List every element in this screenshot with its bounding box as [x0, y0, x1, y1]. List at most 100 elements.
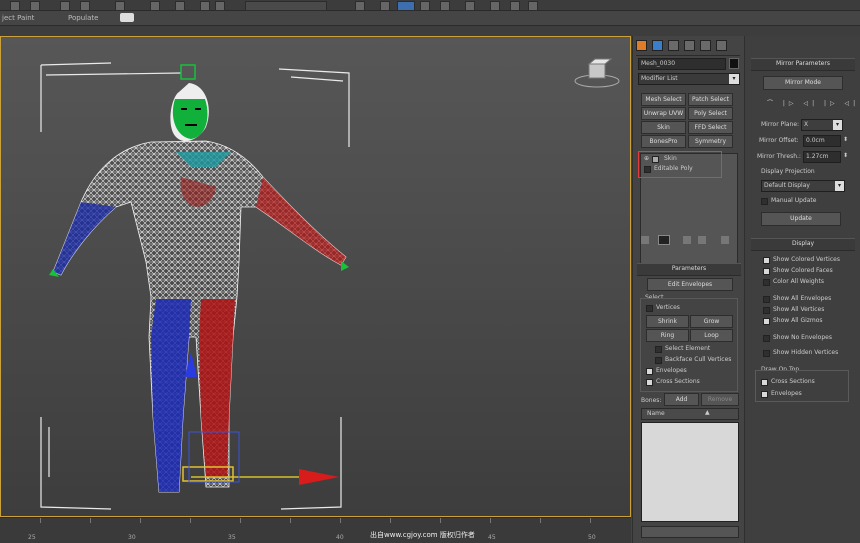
ribbon-options-icon[interactable] — [120, 13, 134, 22]
parameters-rollout-header[interactable]: Parameters — [637, 263, 741, 276]
bonespro-button[interactable]: BonesPro — [641, 135, 686, 148]
manual-update-checkbox[interactable] — [761, 198, 768, 205]
symmetry-button[interactable]: Symmetry — [688, 135, 733, 148]
toolbar-icon[interactable] — [10, 1, 20, 11]
motion-tab-icon[interactable] — [684, 40, 695, 51]
utilities-tab-icon[interactable] — [716, 40, 727, 51]
stack-item-checkbox[interactable] — [644, 166, 651, 173]
tab-populate[interactable]: Populate — [68, 14, 98, 22]
bone-list-scrollbar[interactable] — [641, 526, 739, 538]
ruler-label: 30 — [128, 534, 136, 541]
draw-cross-sections-label: Cross Sections — [771, 378, 815, 385]
toolbar-icon[interactable] — [380, 1, 390, 11]
toolbar-icon[interactable] — [420, 1, 430, 11]
unwrap-uvw-button[interactable]: Unwrap UVW — [641, 107, 686, 120]
toolbar-icon[interactable] — [528, 1, 538, 11]
backface-cull-checkbox[interactable] — [655, 357, 662, 364]
show-all-vertices-checkbox[interactable] — [763, 307, 770, 314]
cross-sections-checkbox[interactable] — [646, 379, 653, 386]
ring-button[interactable]: Ring — [646, 329, 689, 342]
toolbar-icon[interactable] — [150, 1, 160, 11]
mirror-parameters-header[interactable]: Mirror Parameters — [751, 58, 855, 71]
time-ruler[interactable]: 25 30 35 40 45 50 — [0, 517, 631, 543]
patch-select-button[interactable]: Patch Select — [688, 93, 733, 106]
toolbar-icon[interactable] — [115, 1, 125, 11]
remove-modifier-icon[interactable] — [698, 236, 706, 244]
stack-item-skin-expand-icon[interactable]: ⊕ — [644, 155, 649, 162]
toolbar-icon[interactable] — [510, 1, 520, 11]
pin-stack-icon[interactable] — [641, 236, 649, 244]
stack-item-editable-poly[interactable]: Editable Poly — [654, 165, 693, 172]
show-colored-vertices-checkbox[interactable] — [763, 257, 770, 264]
mirror-plane-dropdown[interactable]: X ▾ — [801, 119, 843, 131]
modifier-list-dropdown[interactable]: Modifier List ▾ — [638, 73, 740, 85]
toolbar-icon[interactable] — [30, 1, 40, 11]
toolbar-icon[interactable] — [355, 1, 365, 11]
tab-object-paint[interactable]: ject Paint — [2, 14, 34, 22]
vertices-checkbox[interactable] — [646, 305, 653, 312]
stack-item-skin[interactable]: Skin — [664, 155, 677, 162]
toolbar-icon[interactable] — [440, 1, 450, 11]
toolbar-icon[interactable] — [60, 1, 70, 11]
toolbar-icon[interactable] — [80, 1, 90, 11]
modifier-list-label: Modifier List — [641, 75, 678, 82]
update-button[interactable]: Update — [761, 212, 841, 226]
select-element-checkbox[interactable] — [655, 346, 662, 353]
display-projection-dropdown[interactable]: Default Display ▾ — [761, 180, 845, 192]
ruler-label: 35 — [228, 534, 236, 541]
toolbar-icon[interactable] — [175, 1, 185, 11]
draw-envelopes-checkbox[interactable] — [761, 391, 768, 398]
toolbar-active-icon[interactable] — [397, 1, 415, 11]
ribbon: ject Paint Populate — [0, 11, 860, 26]
ruler-label: 40 — [336, 534, 344, 541]
hierarchy-tab-icon[interactable] — [668, 40, 679, 51]
spinner-icon[interactable]: ⬍ — [843, 152, 848, 159]
toolbar-icon[interactable] — [490, 1, 500, 11]
object-name-field[interactable]: Mesh_0030 — [638, 58, 726, 70]
show-no-envelopes-checkbox[interactable] — [763, 335, 770, 342]
configure-modifier-sets-icon[interactable] — [721, 236, 729, 244]
poly-select-button[interactable]: Poly Select — [688, 107, 733, 120]
show-end-result-icon[interactable] — [658, 235, 670, 245]
show-all-envelopes-checkbox[interactable] — [763, 296, 770, 303]
loop-button[interactable]: Loop — [690, 329, 733, 342]
draw-cross-sections-checkbox[interactable] — [761, 379, 768, 386]
create-tab-icon[interactable] — [636, 40, 647, 51]
ruler-label: 25 — [28, 534, 36, 541]
perspective-viewport[interactable] — [0, 36, 631, 517]
display-tab-icon[interactable] — [700, 40, 711, 51]
display-rollout-header[interactable]: Display — [751, 238, 855, 251]
show-hidden-vertices-checkbox[interactable] — [763, 350, 770, 357]
sort-up-icon[interactable]: ▲ — [705, 409, 710, 416]
make-unique-icon[interactable] — [683, 236, 691, 244]
toolbar-icon[interactable] — [200, 1, 210, 11]
mirror-thresh-field[interactable]: 1.27cm — [803, 151, 841, 163]
add-bone-button[interactable]: Add — [664, 393, 699, 406]
view-cube[interactable] — [574, 58, 620, 88]
mirror-mode-button[interactable]: Mirror Mode — [763, 76, 843, 90]
bone-list[interactable] — [641, 422, 739, 522]
shrink-button[interactable]: Shrink — [646, 315, 689, 328]
envelopes-label: Envelopes — [656, 367, 687, 374]
mirror-offset-field[interactable]: 0.0cm — [803, 135, 841, 147]
bone-name-column[interactable]: Name — [647, 410, 665, 417]
toolbar-dropdown[interactable] — [245, 1, 327, 11]
skin-button[interactable]: Skin — [641, 121, 686, 134]
remove-bone-button[interactable]: Remove — [701, 393, 739, 406]
light-bulb-icon[interactable] — [652, 156, 659, 163]
envelopes-checkbox[interactable] — [646, 368, 653, 375]
object-color-swatch[interactable] — [729, 58, 739, 69]
toolbar-icon[interactable] — [215, 1, 225, 11]
mesh-select-button[interactable]: Mesh Select — [641, 93, 686, 106]
show-colored-faces-checkbox[interactable] — [763, 268, 770, 275]
color-all-weights-checkbox[interactable] — [763, 279, 770, 286]
edit-envelopes-button[interactable]: Edit Envelopes — [647, 278, 733, 291]
ffd-select-button[interactable]: FFD Select — [688, 121, 733, 134]
spinner-icon[interactable]: ⬍ — [843, 136, 848, 143]
mirror-tool-icons[interactable]: ⌒ |▷ ◁| |▷ ◁| — [767, 98, 859, 107]
toolbar-icon[interactable] — [465, 1, 475, 11]
grow-button[interactable]: Grow — [690, 315, 733, 328]
show-all-gizmos-checkbox[interactable] — [763, 318, 770, 325]
ruler-label: 50 — [588, 534, 596, 541]
modify-tab-icon[interactable] — [652, 40, 663, 51]
